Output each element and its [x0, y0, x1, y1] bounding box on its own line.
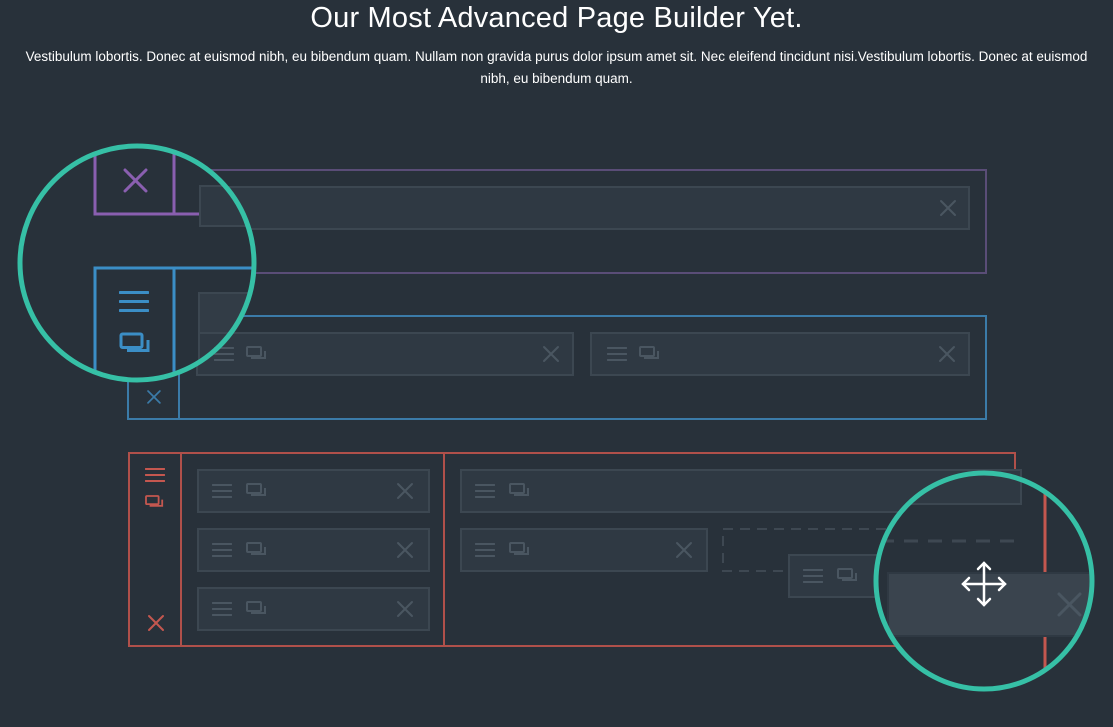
module-2b[interactable] — [590, 332, 970, 376]
module-3e[interactable] — [460, 528, 708, 572]
module-2a[interactable] — [196, 332, 574, 376]
section-row-1[interactable] — [129, 169, 987, 274]
duplicate-icon[interactable] — [145, 495, 164, 507]
section-row-2[interactable] — [127, 315, 987, 420]
module-3c[interactable] — [197, 587, 430, 631]
dragging-module[interactable] — [887, 572, 1098, 637]
module-1[interactable] — [196, 186, 970, 230]
section-delete-icon[interactable] — [147, 390, 161, 404]
hamburger-icon — [145, 468, 165, 482]
module-3a[interactable] — [197, 469, 430, 513]
page-builder-illustration — [17, 143, 1098, 692]
module-3b[interactable] — [197, 528, 430, 572]
close-icon[interactable] — [148, 615, 164, 631]
